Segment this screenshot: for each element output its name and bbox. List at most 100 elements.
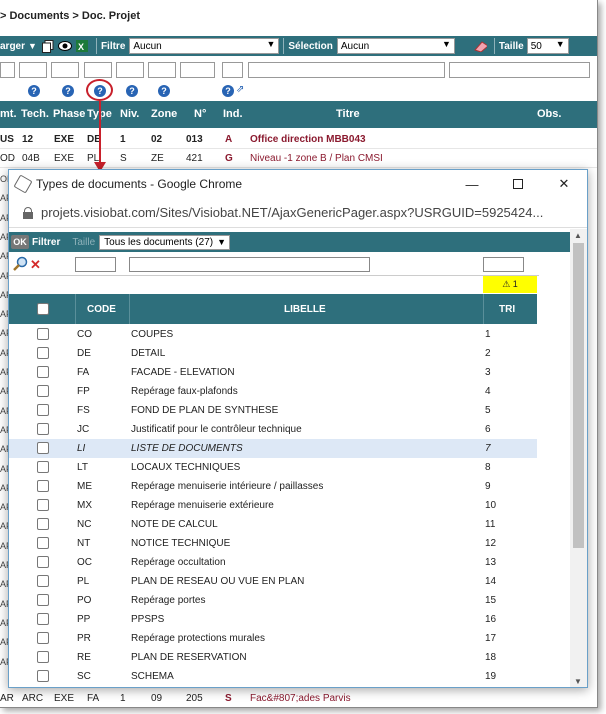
list-item[interactable]: PP PPSPS 16: [9, 610, 537, 629]
list-item[interactable]: NC NOTE DE CALCUL 11: [9, 515, 537, 534]
taille-select[interactable]: 50 ▼: [526, 38, 569, 54]
col-header-code[interactable]: CODE: [87, 304, 116, 315]
col-header[interactable]: Titre: [336, 108, 360, 120]
row-checkbox[interactable]: [37, 423, 49, 435]
document-title-link[interactable]: Niveau -1 zone B / Plan CMSI: [250, 153, 383, 164]
table-row[interactable]: US 12 EXE DE 1 02 013 A Office direction…: [0, 130, 597, 149]
preview-icon[interactable]: [57, 39, 72, 53]
external-link-icon[interactable]: ⇗: [236, 84, 244, 95]
row-checkbox[interactable]: [37, 613, 49, 625]
url-bar[interactable]: projets.visiobat.com/Sites/Visiobat.NET/…: [9, 198, 587, 228]
list-item[interactable]: CO COUPES 1: [9, 325, 537, 344]
help-icon[interactable]: ?: [62, 85, 74, 97]
document-title-link[interactable]: Office direction MBB043: [250, 134, 366, 145]
obs-filter-input[interactable]: [449, 62, 590, 78]
list-item[interactable]: RE PLAN DE RESERVATION 18: [9, 648, 537, 667]
filter-input[interactable]: [84, 62, 112, 78]
scrollbar-thumb[interactable]: [573, 243, 584, 548]
filtrer-button[interactable]: Filtrer: [32, 237, 60, 248]
list-item[interactable]: LT LOCAUX TECHNIQUES 8: [9, 458, 537, 477]
filter-input[interactable]: [222, 62, 243, 78]
help-icon[interactable]: ?: [28, 85, 40, 97]
col-header[interactable]: Obs.: [537, 108, 561, 120]
list-item[interactable]: ME Repérage menuiserie intérieure / paill…: [9, 477, 537, 496]
libelle-filter-input[interactable]: [129, 257, 370, 272]
eraser-icon[interactable]: [473, 39, 487, 53]
list-item[interactable]: PR Repérage protections murales 17: [9, 629, 537, 648]
filter-input[interactable]: [51, 62, 79, 78]
list-item[interactable]: FP Repérage faux-plafonds 4: [9, 382, 537, 401]
title-filter-input[interactable]: [248, 62, 445, 78]
col-header[interactable]: Ind.: [223, 108, 243, 120]
taille-label: Taille: [498, 40, 524, 52]
col-header[interactable]: Phase: [53, 108, 85, 120]
list-item[interactable]: PL PLAN DE RESEAU OU VUE EN PLAN 14: [9, 572, 537, 591]
list-item[interactable]: JC Justificatif pour le contrôleur techni…: [9, 420, 537, 439]
list-item[interactable]: LI LISTE DE DOCUMENTS 7: [9, 439, 537, 458]
scroll-down-icon[interactable]: ▼: [574, 677, 582, 686]
row-checkbox[interactable]: [37, 499, 49, 511]
row-checkbox[interactable]: [37, 480, 49, 492]
row-checkbox[interactable]: [37, 366, 49, 378]
row-checkbox[interactable]: [37, 556, 49, 568]
list-item[interactable]: MX Repérage menuiserie extérieure 10: [9, 496, 537, 515]
row-checkbox[interactable]: [37, 518, 49, 530]
row-checkbox[interactable]: [37, 537, 49, 549]
row-checkbox[interactable]: [37, 442, 49, 454]
taille-select[interactable]: Tous les documents (27) ▼: [99, 234, 231, 250]
charger-button[interactable]: arger ▼: [0, 41, 37, 52]
list-item[interactable]: SC SCHEMA 19: [9, 667, 537, 686]
excel-icon[interactable]: X: [75, 39, 89, 53]
filter-input[interactable]: [148, 62, 176, 78]
popup-scrollbar[interactable]: ▲ ▼: [570, 229, 587, 687]
table-row[interactable]: AR ARC EXE FA 1 09 205 S Fac&#807;ades P…: [0, 689, 597, 707]
col-header[interactable]: Tech.: [21, 108, 49, 120]
document-title-link[interactable]: Fac&#807;ades Parvis: [250, 693, 351, 704]
list-item[interactable]: NT NOTICE TECHNIQUE 12: [9, 534, 537, 553]
list-item[interactable]: FA FACADE - ELEVATION 3: [9, 363, 537, 382]
col-header[interactable]: N°: [194, 108, 206, 120]
close-button[interactable]: ✕: [541, 170, 587, 198]
scroll-up-icon[interactable]: ▲: [574, 231, 582, 240]
table-row[interactable]: OD 04B EXE PL S ZE 421 G Niveau -1 zone …: [0, 149, 597, 168]
ok-button[interactable]: OK: [11, 235, 29, 249]
row-checkbox[interactable]: [37, 651, 49, 663]
col-header[interactable]: mt.: [0, 108, 17, 120]
row-checkbox[interactable]: [37, 594, 49, 606]
list-item[interactable]: DE DETAIL 2: [9, 344, 537, 363]
search-icon[interactable]: [12, 256, 28, 275]
code-filter-input[interactable]: [75, 257, 116, 272]
filter-input[interactable]: [0, 62, 15, 78]
col-header-tri[interactable]: TRI: [499, 304, 515, 315]
help-icon[interactable]: ?: [126, 85, 138, 97]
maximize-button[interactable]: [495, 170, 541, 198]
row-checkbox[interactable]: [37, 347, 49, 359]
select-all-checkbox[interactable]: [37, 303, 49, 315]
clear-filter-icon[interactable]: ✕: [30, 257, 41, 273]
row-checkbox[interactable]: [37, 632, 49, 644]
row-checkbox[interactable]: [37, 575, 49, 587]
tri-filter-input[interactable]: [483, 257, 524, 272]
row-checkbox[interactable]: [37, 670, 49, 682]
list-item[interactable]: FS FOND DE PLAN DE SYNTHESE 5: [9, 401, 537, 420]
filtre-select[interactable]: Aucun ▼: [129, 38, 280, 54]
col-header-libelle[interactable]: LIBELLE: [284, 304, 326, 315]
filter-input[interactable]: [116, 62, 144, 78]
filter-input[interactable]: [180, 62, 215, 78]
sort-badge[interactable]: ⚠ 1: [483, 276, 537, 293]
copy-icon[interactable]: [41, 39, 55, 53]
col-header[interactable]: Zone: [151, 108, 177, 120]
row-checkbox[interactable]: [37, 385, 49, 397]
help-icon[interactable]: ?: [158, 85, 170, 97]
help-icon[interactable]: ?: [222, 85, 234, 97]
list-item[interactable]: PO Repérage portes 15: [9, 591, 537, 610]
row-checkbox[interactable]: [37, 404, 49, 416]
minimize-button[interactable]: —: [449, 170, 495, 198]
filter-input[interactable]: [19, 62, 47, 78]
row-checkbox[interactable]: [37, 328, 49, 340]
row-checkbox[interactable]: [37, 461, 49, 473]
list-item[interactable]: OC Repérage occultation 13: [9, 553, 537, 572]
selection-select[interactable]: Aucun ▼: [336, 38, 455, 54]
col-header[interactable]: Niv.: [120, 108, 139, 120]
document-types-list: CO COUPES 1 DE DETAIL 2 FA FACADE - ELEVATION 3 F…: [9, 325, 537, 686]
